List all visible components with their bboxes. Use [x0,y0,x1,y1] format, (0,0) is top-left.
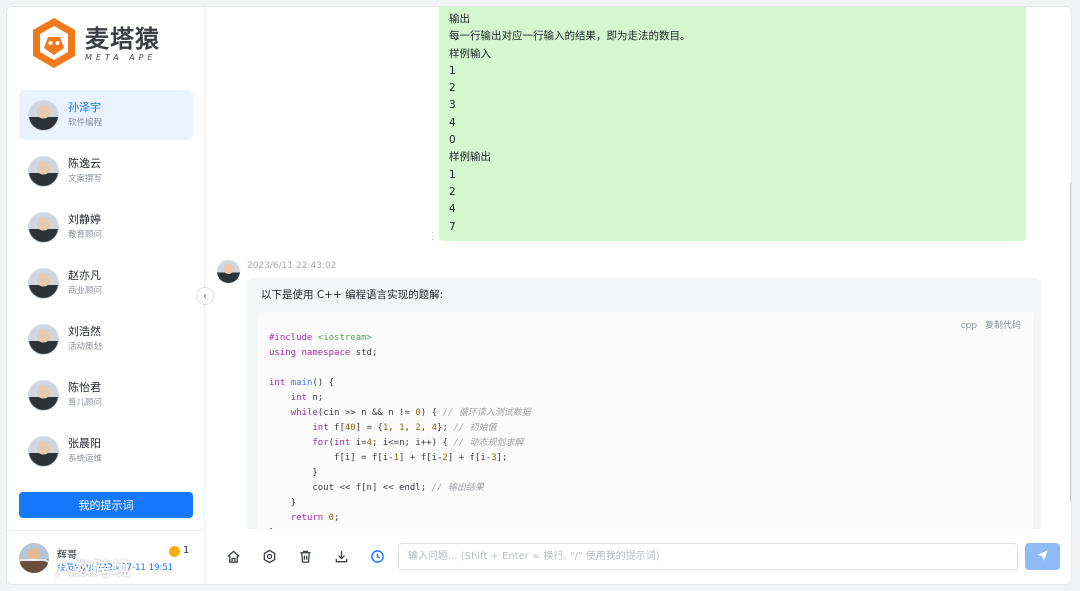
brand-name: 麦塔猿 [85,24,160,53]
assistant-message-bubble: 以下是使用 C++ 编程语言实现的题解: cpp 复制代码 #include <… [247,278,1041,529]
code-comment: // 动态规划求解 [453,438,524,448]
contact-item-sun-zeyu[interactable]: 孙泽宇 软件编程 [19,90,193,140]
contact-list: 孙泽宇 软件编程 陈逸云 文案撰写 刘静婷 教育顾问 赵亦凡 商业顾问 刘浩然 … [19,90,193,482]
message-line: 输出 [449,13,470,25]
message-line: 1 [449,168,456,181]
chevron-left-icon: ‹ [203,290,207,302]
code-block: cpp 复制代码 #include <iostream> using names… [258,312,1033,529]
more-options-icon[interactable]: ⋮ [428,231,438,242]
message-line: 2 [449,82,456,95]
copy-code-button[interactable]: 复制代码 [985,321,1021,331]
my-prompts-button[interactable]: 我的提示词 [19,492,193,518]
message-line: 1 [449,64,456,77]
contact-item-chen-yijun[interactable]: 陈怡君 育儿顾问 [19,370,193,420]
code-language: cpp [960,321,978,331]
contact-name: 刘浩然 [68,325,101,338]
collapse-sidebar-button[interactable]: ‹ [196,287,214,305]
avatar [28,155,59,187]
delete-icon[interactable] [296,547,314,565]
contact-role: 文案撰写 [68,174,103,184]
code-content: #include <iostream> using namespace std;… [269,333,531,529]
code-comment: // 输出结果 [431,483,484,493]
answer-intro: 以下是使用 C++ 编程语言实现的题解: [261,289,444,301]
contact-name: 赵亦凡 [68,269,101,282]
message-line: 4 [449,203,456,216]
contact-role: 软件编程 [68,118,103,128]
message-line: 样例输出 [449,151,491,164]
brand-subtitle: META APE [85,52,157,62]
message-line: 3 [449,99,456,112]
contact-item-zhao-yifan[interactable]: 赵亦凡 商业顾问 [19,258,193,308]
message-line: 0 [449,134,456,147]
settings-icon[interactable] [260,547,278,565]
contact-name: 陈逸云 [68,157,101,170]
chat-area: 输出 每一行输出对应一行输入的结果，即为走法的数目。 样例输入 1 2 3 4 … [206,7,1071,529]
brand-logo: 麦塔猿 META APE [31,15,181,71]
contact-item-chen-yiyun[interactable]: 陈逸云 文案撰写 [19,146,193,196]
user-message-bubble: 输出 每一行输出对应一行输入的结果，即为走法的数目。 样例输入 1 2 3 4 … [439,7,1026,241]
contact-role: 活动策划 [68,342,103,352]
message-timestamp: 2023/6/11 22:43:02 [247,261,337,271]
contact-role: 商业顾问 [68,286,103,296]
coin-icon [169,546,180,557]
history-icon[interactable] [368,547,386,565]
message-line: 2 [449,185,456,198]
avatar [28,323,59,355]
download-icon[interactable] [332,547,350,565]
code-toolbar: cpp 复制代码 [956,318,1021,331]
contact-name: 张晨阳 [68,437,101,450]
home-icon[interactable] [224,547,242,565]
message-line: 样例输入 [449,47,491,60]
assistant-avatar [217,260,240,283]
contact-role: 育儿顾问 [68,398,103,408]
send-icon [1037,549,1048,561]
message-line: 4 [449,116,456,129]
avatar [28,435,59,467]
input-bar [206,529,1071,584]
contact-name: 孙泽宇 [68,101,101,114]
code-comment: // 初始值 [453,423,497,433]
contact-item-zhang-chenyang[interactable]: 张晨阳 系统运维 [19,426,193,476]
code-comment: // 循环读入测试数据 [442,408,531,418]
contact-name: 陈怡君 [68,381,101,394]
contact-item-liu-haoran[interactable]: 刘浩然 活动策划 [19,314,193,364]
chat-input[interactable] [398,543,1018,570]
coin-count: 1 [183,545,190,556]
avatar [28,99,59,131]
contact-role: 系统运维 [68,454,103,464]
app-window: 麦塔猿 META APE 孙泽宇 软件编程 陈逸云 文案撰写 刘静婷 教育顾问 … [6,6,1072,585]
chat-scrollbar[interactable] [1070,182,1071,502]
sidebar: 麦塔猿 META APE 孙泽宇 软件编程 陈逸云 文案撰写 刘静婷 教育顾问 … [7,7,205,584]
avatar [28,267,59,299]
contact-item-liu-jingting[interactable]: 刘静婷 教育顾问 [19,202,193,252]
avatar [28,211,59,243]
contact-name: 刘静婷 [68,213,101,226]
avatar [28,379,59,411]
message-line: 每一行输出对应一行输入的结果，即为走法的数目。 [449,30,691,43]
contact-role: 教育顾问 [68,230,103,240]
watermark-logo-icon [13,559,53,579]
send-button[interactable] [1025,543,1060,570]
message-line: 7 [449,220,456,233]
watermark: 八数跨境 [55,559,131,580]
ape-logo-icon [33,18,75,68]
